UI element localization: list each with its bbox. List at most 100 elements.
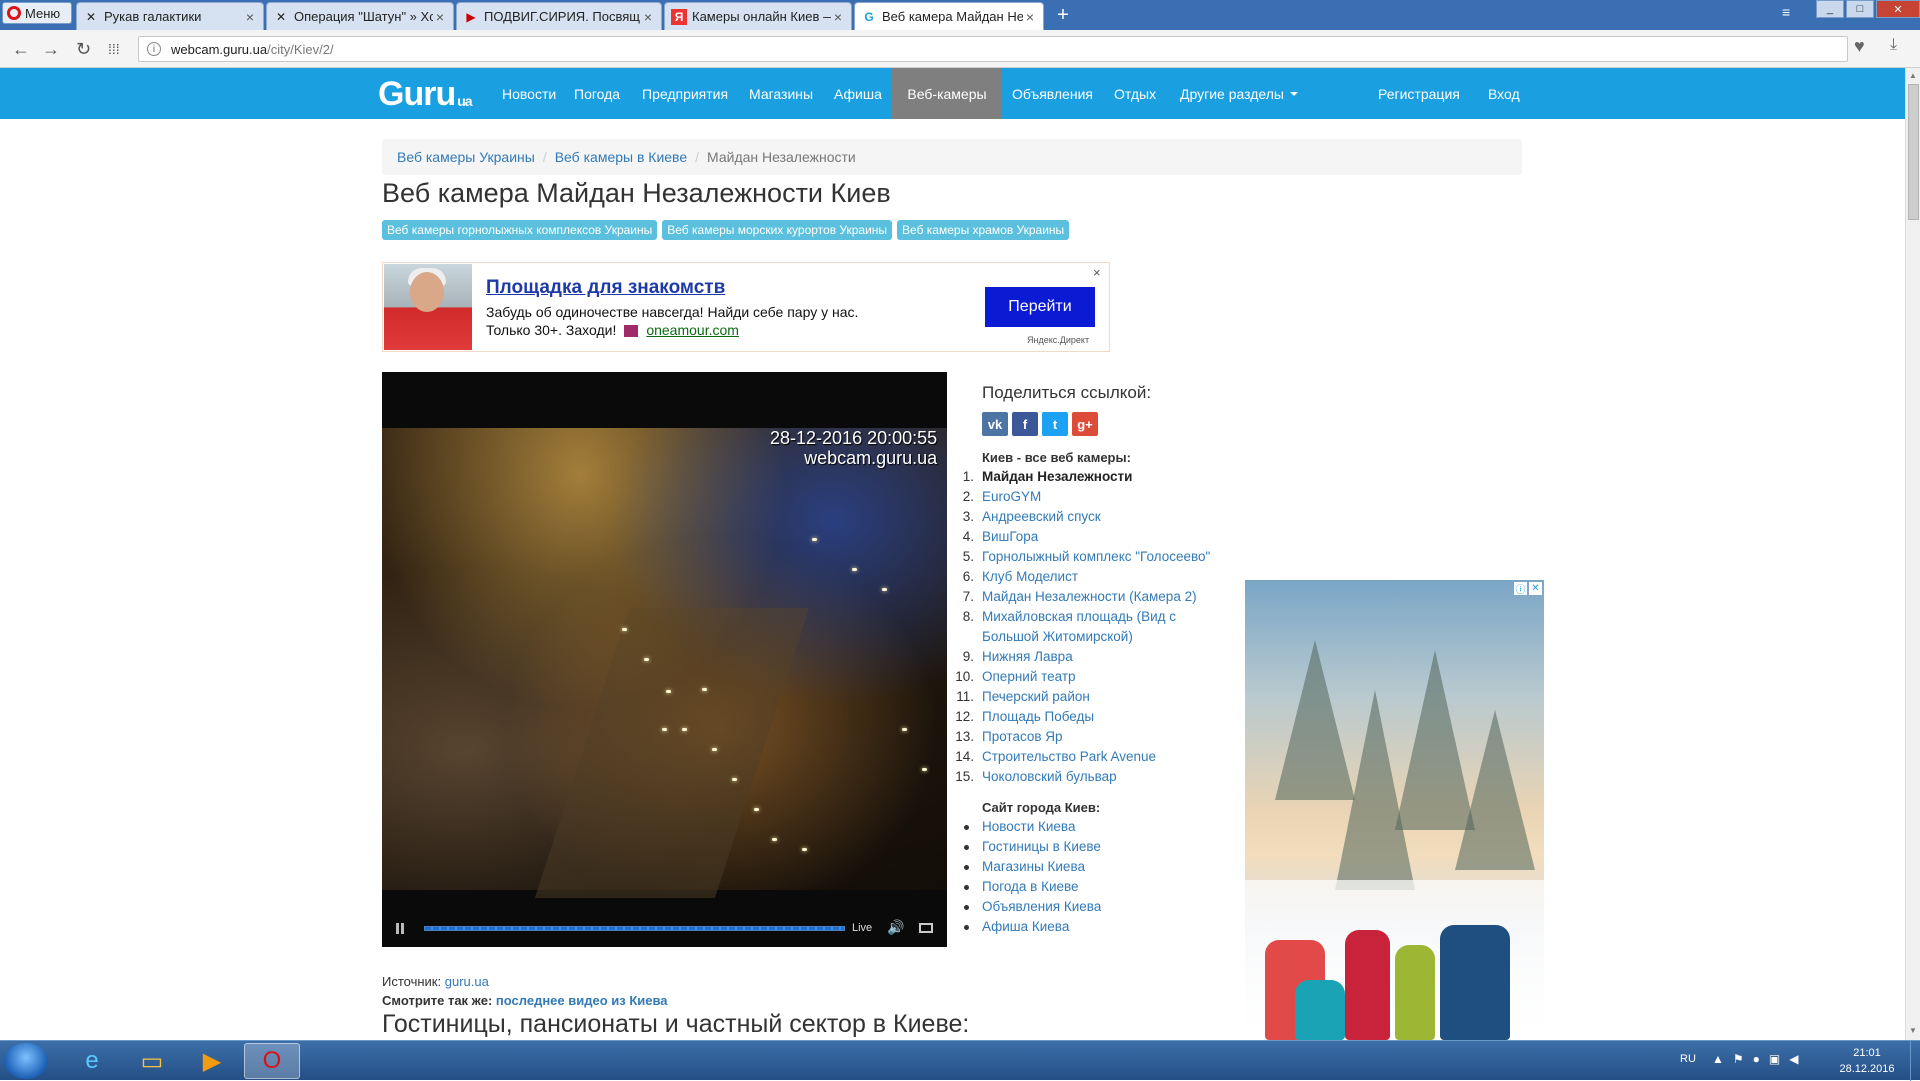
cam-item-link[interactable]: Андреевский спуск — [982, 507, 1101, 527]
nav-companies[interactable]: Предприятия — [636, 68, 734, 119]
ad-info-badge[interactable]: ⓘ ✕ — [1514, 582, 1542, 596]
city-list-item[interactable]: Новости Киева — [964, 817, 1214, 837]
tab-close-icon[interactable]: × — [243, 9, 257, 25]
browser-tab[interactable]: Я Камеры онлайн Киев — × — [664, 2, 852, 30]
cam-item-link[interactable]: Клуб Моделист — [982, 567, 1078, 587]
tray-arrow-icon[interactable]: ▲ — [1712, 1052, 1724, 1066]
new-tab-icon[interactable]: + — [1052, 4, 1074, 27]
cam-item-link[interactable]: Печерский район — [982, 687, 1090, 707]
cam-list-item[interactable]: 7. Майдан Незалежности (Камера 2) — [952, 587, 1232, 607]
cam-list-item[interactable]: 1. Майдан Незалежности — [952, 467, 1232, 487]
download-icon[interactable]: ⤓ — [1890, 36, 1897, 54]
media-player-icon[interactable]: ▶ — [184, 1043, 240, 1079]
cam-list-item[interactable]: 15. Чоколовский бульвар — [952, 767, 1232, 787]
source-link[interactable]: guru.ua — [445, 974, 489, 989]
minimize-icon[interactable]: _ — [1816, 0, 1844, 18]
cam-item-link[interactable]: ВишГора — [982, 527, 1038, 547]
cam-list-item[interactable]: 8. Михайловская площадь (Вид с Большой Жи… — [952, 607, 1232, 647]
speaker-icon[interactable]: ◀ — [1789, 1052, 1798, 1066]
tag-temples[interactable]: Веб камеры храмов Украины — [897, 220, 1070, 240]
tab-close-icon[interactable]: × — [433, 9, 447, 25]
city-item-link[interactable]: Погода в Киеве — [982, 877, 1079, 897]
url-input[interactable]: i webcam.guru.ua/city/Kiev/2/ — [138, 36, 1848, 62]
volume-icon[interactable]: 🔊 — [887, 919, 904, 936]
close-window-icon[interactable]: ✕ — [1876, 0, 1920, 18]
reload-icon[interactable]: ↻ — [76, 39, 91, 60]
cam-item-link[interactable]: Оперний театр — [982, 667, 1076, 687]
city-list-item[interactable]: Погода в Киеве — [964, 877, 1214, 897]
opera-menu-button[interactable]: Меню — [2, 2, 72, 24]
ad-banner[interactable]: Площадка для знакомств Забудь об одиноче… — [382, 262, 1110, 352]
nav-news[interactable]: Новости — [496, 68, 562, 119]
cam-item-link[interactable]: Протасов Яр — [982, 727, 1063, 747]
forward-icon[interactable]: → — [42, 39, 60, 60]
maximize-icon[interactable]: □ — [1846, 0, 1874, 18]
city-item-link[interactable]: Магазины Киева — [982, 857, 1085, 877]
nav-login[interactable]: Вход — [1482, 68, 1526, 119]
cam-item-link[interactable]: Михайловская площадь (Вид с Большой Жито… — [982, 607, 1232, 647]
scroll-down-icon[interactable]: ▼ — [1909, 1026, 1917, 1035]
scroll-thumb[interactable] — [1908, 84, 1919, 220]
cam-list-item[interactable]: 11. Печерский район — [952, 687, 1232, 707]
site-info-icon[interactable]: i — [147, 42, 161, 56]
vk-icon[interactable]: vk — [982, 412, 1008, 436]
cam-list-item[interactable]: 2. EuroGYM — [952, 487, 1232, 507]
tab-close-icon[interactable]: × — [641, 9, 655, 25]
start-button[interactable] — [4, 1043, 48, 1079]
flag-icon[interactable]: ⚑ — [1733, 1052, 1744, 1066]
ad-close-icon[interactable]: ✕ — [1529, 582, 1542, 595]
cam-list-item[interactable]: 3. Андреевский спуск — [952, 507, 1232, 527]
ad-go-button[interactable]: Перейти — [985, 287, 1095, 327]
city-list-item[interactable]: Афиша Киева — [964, 917, 1214, 937]
nav-ads[interactable]: Объявления — [1006, 68, 1099, 119]
city-item-link[interactable]: Новости Киева — [982, 817, 1075, 837]
cam-list-item[interactable]: 13. Протасов Яр — [952, 727, 1232, 747]
back-icon[interactable]: ← — [12, 39, 30, 60]
opera-taskbar-icon[interactable]: O — [244, 1043, 300, 1079]
cam-item-link[interactable]: Площадь Победы — [982, 707, 1094, 727]
cam-list-item[interactable]: 4. ВишГора — [952, 527, 1232, 547]
network-icon[interactable]: ▣ — [1769, 1052, 1780, 1066]
twitter-icon[interactable]: t — [1042, 412, 1068, 436]
tab-menu-icon[interactable]: ≡ — [1782, 4, 1790, 20]
webcam-video-player[interactable]: 28-12-2016 20:00:55 webcam.guru.ua Live … — [382, 372, 947, 947]
cam-list-item[interactable]: 10. Оперний театр — [952, 667, 1232, 687]
nav-shops[interactable]: Магазины — [743, 68, 819, 119]
city-item-link[interactable]: Афиша Киева — [982, 917, 1069, 937]
browser-tab[interactable]: ▶ ПОДВИГ.СИРИЯ. Посвящ × — [456, 2, 662, 30]
show-desktop-button[interactable] — [1910, 1041, 1920, 1081]
cam-item-link[interactable]: Чоколовский бульвар — [982, 767, 1117, 787]
speed-dial-icon[interactable]: ⁞⁞⁞ — [108, 41, 120, 57]
tag-ski-resorts[interactable]: Веб камеры горнолыжных комплексов Украин… — [382, 220, 658, 240]
nav-weather[interactable]: Погода — [568, 68, 626, 119]
breadcrumb-ukraine-webcams[interactable]: Веб камеры Украины — [397, 149, 535, 165]
taskbar-clock[interactable]: 21:01 28.12.2016 — [1832, 1045, 1902, 1077]
nav-other-sections[interactable]: Другие разделы — [1174, 68, 1304, 119]
browser-tab[interactable]: ✕ Операция "Шатун" » Хсг × — [266, 2, 454, 30]
bookmark-heart-icon[interactable]: ♥ — [1854, 36, 1865, 57]
browser-tab[interactable]: ✕ Рукав галактики × — [76, 2, 264, 30]
facebook-icon[interactable]: f — [1012, 412, 1038, 436]
ad-close-icon[interactable]: × — [1093, 265, 1101, 280]
video-progress-bar[interactable] — [424, 926, 845, 931]
nav-afisha[interactable]: Афиша — [828, 68, 888, 119]
cam-item-link[interactable]: Строительство Park Avenue — [982, 747, 1156, 767]
ad-domain[interactable]: oneamour.com — [646, 322, 739, 338]
language-indicator[interactable]: RU — [1680, 1053, 1696, 1065]
city-item-link[interactable]: Гостиницы в Киеве — [982, 837, 1101, 857]
tab-close-icon[interactable]: × — [1023, 9, 1037, 25]
browser-tab-active[interactable]: G Веб камера Майдан Неза × — [854, 2, 1044, 30]
side-ad-banner[interactable]: ⓘ ✕ — [1245, 580, 1544, 1040]
update-icon[interactable]: ● — [1753, 1052, 1760, 1066]
cam-list-item[interactable]: 5. Горнолыжный комплекс "Голосеево" — [952, 547, 1232, 567]
page-scrollbar[interactable]: ▲ ▼ — [1905, 68, 1920, 1040]
nav-webcams[interactable]: Веб-камеры — [892, 68, 1002, 119]
ad-title[interactable]: Площадка для знакомств — [486, 277, 725, 299]
nav-register[interactable]: Регистрация — [1372, 68, 1466, 119]
tag-sea-resorts[interactable]: Веб камеры морских курортов Украины — [662, 220, 893, 240]
city-list-item[interactable]: Гостиницы в Киеве — [964, 837, 1214, 857]
cam-list-item[interactable]: 14. Строительство Park Avenue — [952, 747, 1232, 767]
breadcrumb-kiev-webcams[interactable]: Веб камеры в Киеве — [555, 149, 687, 165]
ad-info-icon[interactable]: ⓘ — [1514, 582, 1527, 596]
scroll-up-icon[interactable]: ▲ — [1909, 71, 1917, 80]
